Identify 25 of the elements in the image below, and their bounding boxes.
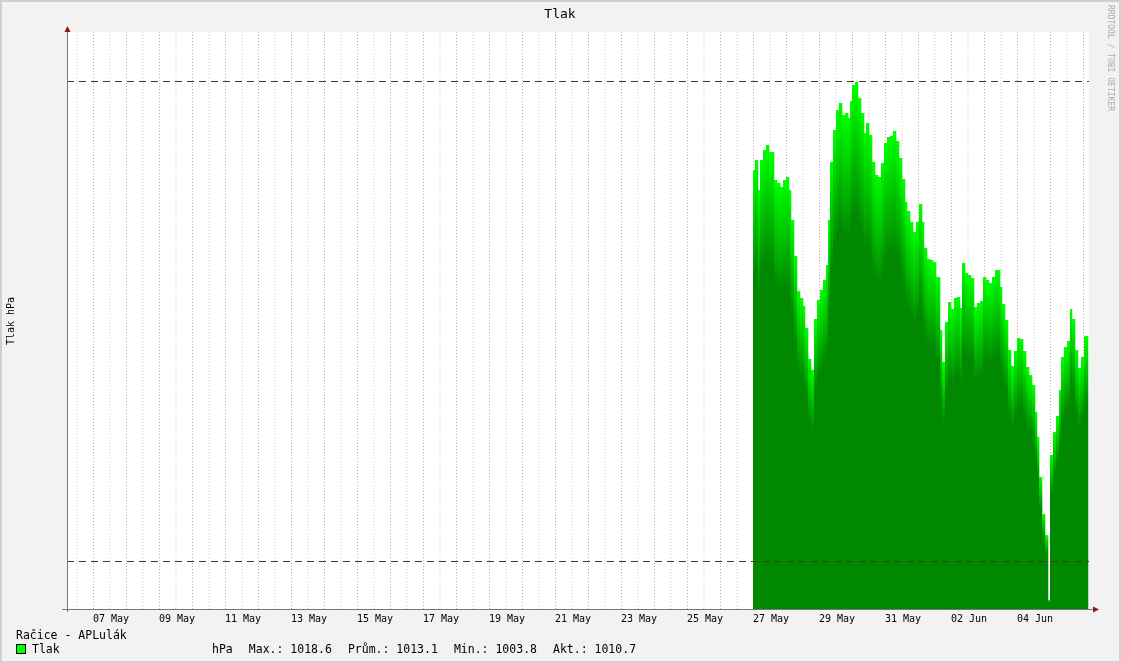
graph-title: Tlak xyxy=(544,6,576,21)
source-label: Račice - APLulák xyxy=(16,628,128,642)
stat-value: Max.: 1018.6 xyxy=(248,642,332,656)
x-axis-label: 02 Jun xyxy=(950,613,988,624)
x-axis-label: 13 May xyxy=(290,613,328,624)
unit-label: hPa xyxy=(212,642,233,656)
credit-text: RRDTOOL / TOBI OETIKER xyxy=(1106,5,1115,111)
x-axis-label: 31 May xyxy=(884,613,922,624)
x-axis-label: 15 May xyxy=(356,613,394,624)
x-axis-label: 21 May xyxy=(554,613,592,624)
x-axis-label: 09 May xyxy=(158,613,196,624)
x-axis-label: 04 Jun xyxy=(1016,613,1054,624)
stat-value: Prům.: 1013.1 xyxy=(347,642,438,656)
x-axis-label: 25 May xyxy=(686,613,724,624)
axis-title: Tlak hPa xyxy=(5,296,16,346)
x-axis-label: 23 May xyxy=(620,613,658,624)
x-axis-label: 19 May xyxy=(488,613,526,624)
x-axis-label: 17 May xyxy=(422,613,460,624)
x-axis-label: 27 May xyxy=(752,613,790,624)
x-axis-label: 07 May xyxy=(92,613,130,624)
x-axis-label: 29 May xyxy=(818,613,856,624)
legend-label: Tlak xyxy=(32,642,61,656)
stat-value: Min.: 1003.8 xyxy=(453,642,537,656)
stat-value: Akt.: 1010.7 xyxy=(553,642,637,656)
x-axis-label: 11 May xyxy=(224,613,262,624)
